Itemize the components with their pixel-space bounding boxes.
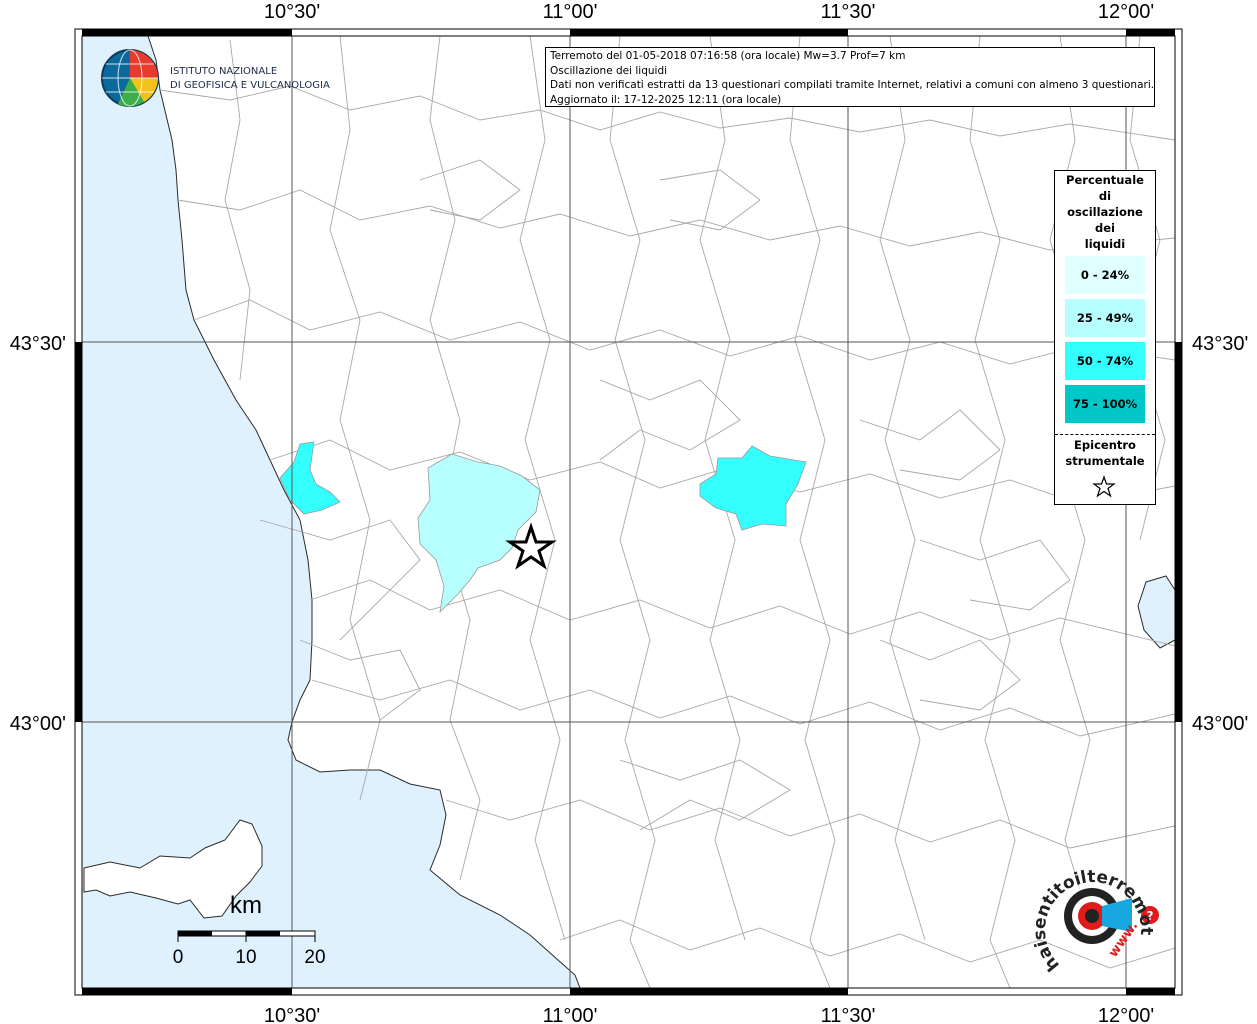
- star-icon: [1092, 475, 1116, 498]
- legend-label: 75 - 100%: [1072, 397, 1138, 411]
- legend-divider: [1055, 434, 1155, 435]
- event-info-line-2: Oscillazione dei liquidi: [550, 64, 668, 77]
- legend-swatch-0-24: 0 - 24%: [1065, 256, 1145, 294]
- legend-swatch-75-100: 75 - 100%: [1065, 385, 1145, 423]
- legend-label: 0 - 24%: [1080, 268, 1130, 282]
- legend-epicenter-title: Epicentro strumentale: [1055, 437, 1155, 469]
- scale-label-20: 20: [304, 947, 325, 968]
- scale-unit: km: [230, 892, 262, 919]
- legend-title-line: di: [1098, 189, 1112, 203]
- legend-title-line: liquidi: [1084, 237, 1126, 251]
- tick-bottom-1: 10°30': [264, 1005, 320, 1024]
- legend-swatch-50-74: 50 - 74%: [1065, 342, 1145, 380]
- tick-left-1: 43°30': [10, 333, 66, 355]
- legend-title-line: Percentuale: [1066, 173, 1144, 187]
- scale-label-0: 0: [173, 947, 184, 968]
- intensity-map: 10°30' 11°00' 11°30' 12°00' 10°30' 11°00…: [0, 0, 1248, 1024]
- legend-epicenter-line: Epicentro: [1074, 438, 1136, 452]
- scale-label-10: 10: [235, 947, 256, 968]
- legend-title: Percentuale di oscillazione dei liquidi: [1055, 172, 1155, 252]
- tick-top-2: 11°00': [543, 1, 598, 23]
- tick-bottom-3: 11°30': [821, 1005, 876, 1024]
- tick-bottom-4: 12°00': [1098, 1005, 1154, 1024]
- legend-label: 50 - 74%: [1076, 354, 1134, 368]
- ingv-line-1: ISTITUTO NAZIONALE: [170, 66, 277, 77]
- legend-label: 25 - 49%: [1076, 311, 1134, 325]
- tick-bottom-2: 11°00': [543, 1005, 598, 1024]
- legend-title-line: dei: [1095, 221, 1115, 235]
- event-info-line-4: Aggiornato il: 17-12-2025 12:11 (ora loc…: [550, 93, 782, 106]
- event-info-box: Terremoto del 01-05-2018 07:16:58 (ora l…: [545, 47, 1155, 107]
- legend-title-line: oscillazione: [1067, 205, 1143, 219]
- tick-top-3: 11°30': [821, 1, 876, 23]
- tick-top-1: 10°30': [264, 1, 320, 23]
- tick-left-2: 43°00': [10, 713, 66, 735]
- tick-right-1: 43°30': [1192, 333, 1248, 355]
- legend: Percentuale di oscillazione dei liquidi …: [1054, 170, 1156, 505]
- ingv-line-2: DI GEOFISICA E VULCANOLOGIA: [170, 80, 330, 91]
- legend-epicenter-line: strumentale: [1065, 454, 1145, 468]
- event-info-line-3: Dati non verificati estratti da 13 quest…: [550, 79, 1155, 92]
- tick-top-4: 12°00': [1098, 1, 1154, 23]
- tick-right-2: 43°00': [1192, 713, 1248, 735]
- event-info-line-1: Terremoto del 01-05-2018 07:16:58 (ora l…: [550, 50, 906, 62]
- legend-swatch-25-49: 25 - 49%: [1065, 299, 1145, 337]
